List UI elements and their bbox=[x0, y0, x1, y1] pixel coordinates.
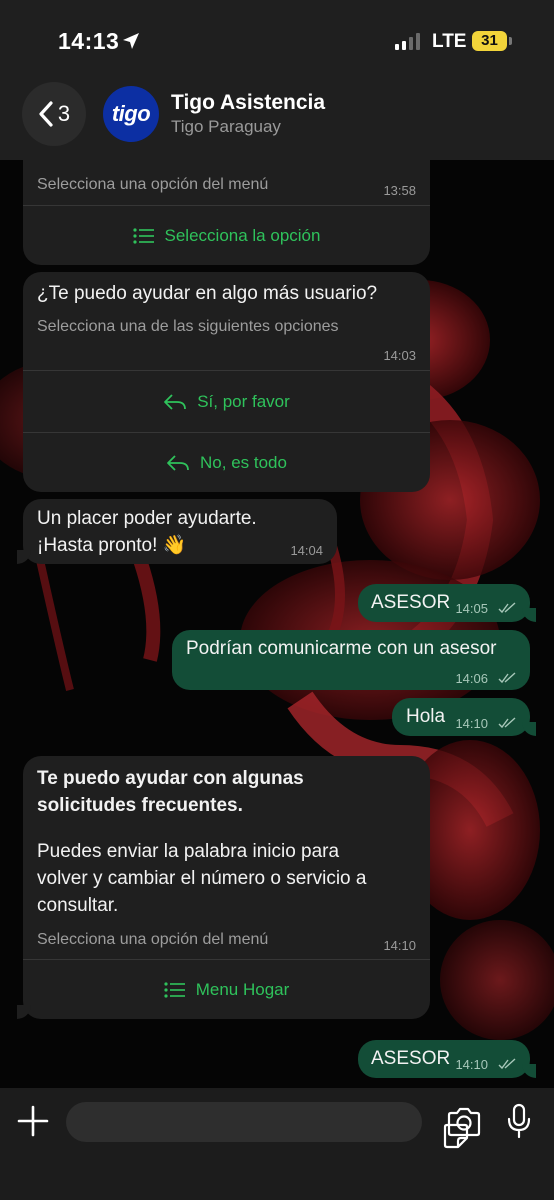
contact-avatar[interactable]: tigo bbox=[103, 86, 159, 142]
avatar-logo-text: tigo bbox=[111, 101, 151, 126]
menu-hogar-label: Menu Hogar bbox=[195, 979, 290, 999]
contact-subtitle: Tigo Paraguay bbox=[171, 117, 281, 136]
battery-icon: 31 bbox=[472, 31, 507, 51]
message-text: Podrían comunicarme con un asesor bbox=[186, 638, 497, 659]
reply-yes-label: Sí, por favor bbox=[197, 391, 290, 411]
message-incoming-question: ¿Te puedo ayudar en algo más usuario? Se… bbox=[23, 272, 430, 492]
message-time: 14:03 bbox=[383, 348, 416, 363]
message-time: 13:58 bbox=[383, 183, 416, 198]
location-arrow-icon bbox=[123, 33, 139, 49]
camera-icon[interactable] bbox=[446, 1106, 482, 1138]
reply-icon bbox=[164, 393, 187, 410]
chat-header: 14:13 LTE 31 3 tigo Tigo Asistencia Tigo… bbox=[0, 0, 554, 160]
message-incoming-goodbye: Un placer poder ayudarte. ¡Hasta pronto!… bbox=[17, 499, 337, 564]
message-time: 14:10 bbox=[455, 1057, 488, 1072]
list-icon bbox=[132, 227, 154, 244]
message-text: ¿Te puedo ayudar en algo más usuario? bbox=[37, 283, 378, 304]
reply-no-label: No, es todo bbox=[200, 452, 287, 472]
message-outgoing: ASESOR 14:05 bbox=[358, 584, 536, 622]
back-button[interactable]: 3 bbox=[22, 82, 86, 146]
message-outgoing: Podrían comunicarme con un asesor 14:06 bbox=[172, 630, 530, 690]
select-option-label: Selecciona la opción bbox=[164, 225, 321, 245]
network-type: LTE bbox=[432, 31, 467, 52]
cellular-signal-icon bbox=[395, 33, 420, 50]
reply-yes-button[interactable]: Sí, por favor bbox=[23, 371, 430, 432]
message-subtext: Selecciona una opción del menú bbox=[37, 931, 269, 948]
menu-hogar-button[interactable]: Menu Hogar bbox=[23, 960, 430, 1019]
message-text: ASESOR bbox=[371, 1048, 451, 1069]
read-receipt-icon bbox=[498, 717, 516, 729]
list-icon bbox=[164, 981, 185, 998]
message-text: Un placer poder ayudarte. ¡Hasta pronto!… bbox=[37, 508, 257, 556]
message-title: Te puedo ayudar con algunas solicitudes … bbox=[37, 768, 304, 816]
message-time: 14:05 bbox=[455, 601, 488, 616]
status-time: 14:13 bbox=[58, 28, 120, 54]
composer-bar bbox=[0, 1088, 554, 1200]
read-receipt-icon bbox=[498, 1058, 516, 1070]
reply-no-button[interactable]: No, es todo bbox=[23, 433, 430, 492]
message-text: Puedes enviar la palabra inicio para vol… bbox=[37, 841, 367, 916]
message-outgoing: ASESOR 14:10 bbox=[358, 1040, 536, 1078]
message-input[interactable] bbox=[66, 1102, 469, 1149]
read-receipt-icon bbox=[498, 672, 516, 684]
select-option-button[interactable]: Selecciona la opción bbox=[23, 206, 430, 265]
message-time: 14:10 bbox=[383, 938, 416, 953]
message-subtext: Selecciona una de las siguientes opcione… bbox=[37, 318, 339, 335]
message-incoming-faq: Te puedo ayudar con algunas solicitudes … bbox=[17, 756, 430, 1019]
message-outgoing: Hola 14:10 bbox=[392, 698, 536, 736]
chevron-left-icon bbox=[39, 101, 53, 127]
message-time: 14:10 bbox=[455, 716, 488, 731]
reply-icon bbox=[167, 454, 189, 471]
microphone-icon[interactable] bbox=[506, 1103, 532, 1139]
battery-nub bbox=[509, 37, 512, 45]
message-time: 14:06 bbox=[455, 671, 488, 686]
unread-count: 3 bbox=[57, 101, 71, 126]
contact-name[interactable]: Tigo Asistencia bbox=[171, 91, 325, 115]
message-subtext: Selecciona una opción del menú bbox=[37, 176, 269, 193]
plus-icon[interactable] bbox=[16, 1104, 50, 1138]
message-text: ASESOR bbox=[371, 592, 451, 613]
message-text: Hola bbox=[406, 706, 446, 727]
message-time: 14:04 bbox=[290, 543, 323, 558]
read-receipt-icon bbox=[498, 602, 516, 614]
